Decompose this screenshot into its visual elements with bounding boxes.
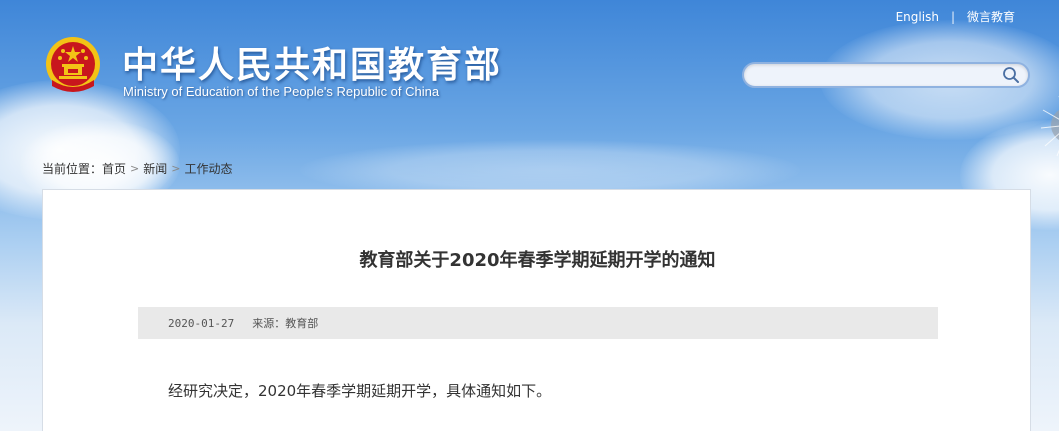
site-subtitle: Ministry of Education of the People's Re… xyxy=(123,84,440,99)
breadcrumb-item-home[interactable]: 首页 xyxy=(102,160,126,177)
chevron-right-icon: > xyxy=(130,162,140,175)
article-body: 经研究决定，2020年春季学期延期开学，具体通知如下。 xyxy=(168,382,552,400)
chevron-right-icon: > xyxy=(171,162,181,175)
link-separator: | xyxy=(950,9,955,24)
english-link[interactable]: English xyxy=(896,10,939,24)
breadcrumb-prefix: 当前位置： xyxy=(42,162,103,176)
article-source: 教育部 xyxy=(285,317,319,330)
search-input[interactable] xyxy=(754,64,998,88)
weibo-link[interactable]: 微言教育 xyxy=(967,8,1015,25)
page: English | 微言教育 中华人民共和国教育部 Ministry of Ed… xyxy=(0,0,1059,431)
article-title: 教育部关于2020年春季学期延期开学的通知 xyxy=(359,250,716,271)
article-panel: 教育部关于2020年春季学期延期开学的通知 2020-01-27 来源： 教育部… xyxy=(42,189,1031,431)
search-icon[interactable] xyxy=(1002,66,1020,84)
dandelion-decoration xyxy=(1040,96,1059,157)
article-meta-bar: 2020-01-27 来源： 教育部 xyxy=(138,307,938,339)
search-box xyxy=(742,62,1030,88)
top-links: English | 微言教育 xyxy=(896,8,1015,25)
breadcrumb-item-work-news[interactable]: 工作动态 xyxy=(184,160,232,177)
article-source-label: 来源： xyxy=(252,317,286,330)
article-date: 2020-01-27 xyxy=(168,316,235,330)
breadcrumb-item-news[interactable]: 新闻 xyxy=(143,160,167,177)
national-emblem-icon[interactable] xyxy=(42,34,104,98)
site-title[interactable]: 中华人民共和国教育部 xyxy=(122,36,502,88)
breadcrumb: 当前位置： 首页 > 新闻 > 工作动态 xyxy=(42,160,233,177)
